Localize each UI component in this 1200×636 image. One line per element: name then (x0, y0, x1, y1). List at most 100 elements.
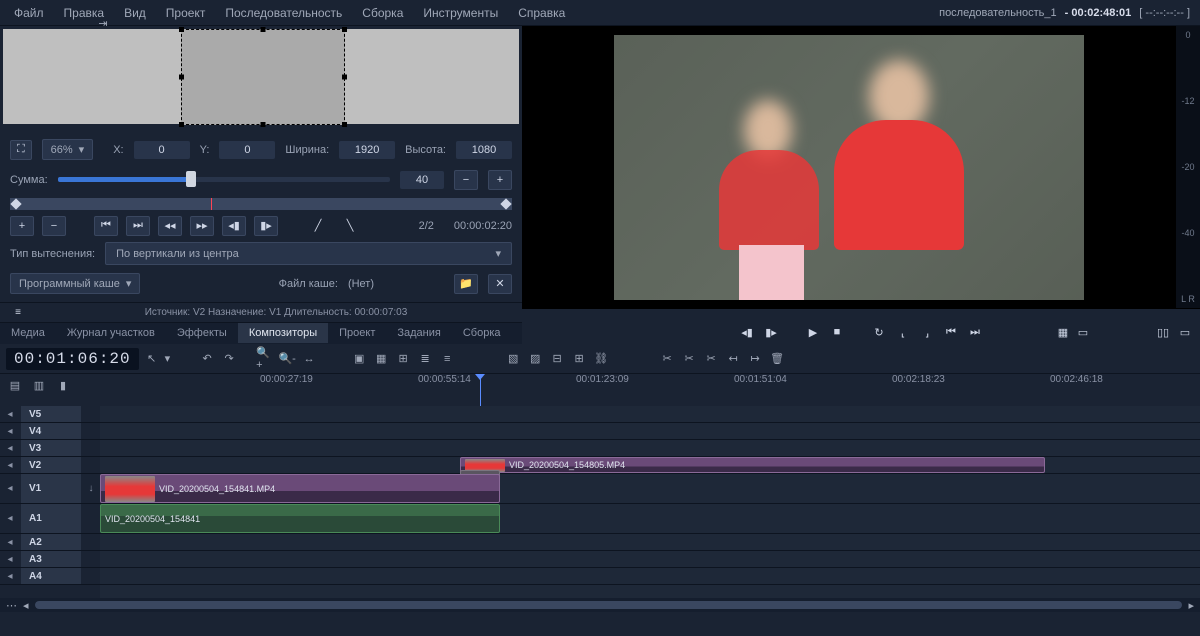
tab-assembly[interactable]: Сборка (452, 323, 512, 343)
play-button[interactable]: ▶ (804, 324, 822, 340)
menu-help[interactable]: Справка (508, 2, 575, 24)
mark-in-button[interactable]: ⸤ (894, 324, 912, 340)
sum-value-input[interactable] (400, 171, 444, 189)
scroll-left-icon[interactable]: ◂ (23, 599, 29, 612)
ruler-icon-4[interactable]: ⇥ (94, 14, 112, 32)
chevron-down-icon[interactable]: ▾ (165, 352, 171, 365)
mute-icon[interactable]: ◂ (0, 460, 20, 471)
track-label-a1[interactable]: ◂A1 (0, 504, 100, 534)
skip-start-button[interactable]: ⏮ (94, 216, 118, 236)
menu-view[interactable]: Вид (114, 2, 156, 24)
clip-v2[interactable]: VID_20200504_154805.MP4 (460, 457, 1045, 473)
height-input[interactable] (456, 141, 512, 159)
scroll-handle-left-icon[interactable]: ⋯ (6, 599, 17, 612)
safe-zone-icon[interactable]: ▭ (1074, 324, 1092, 340)
timeline-content[interactable]: VID_20200504_154805.MP4 ВЫТЕСН VID_20200… (100, 406, 1200, 598)
compositor-rect[interactable] (181, 29, 345, 125)
ruler-icon-2[interactable]: ▥ (30, 376, 48, 394)
pointer-tool-icon[interactable]: ↖ (143, 350, 161, 368)
timeline-ruler[interactable]: ▤ ▥ ▮ ⇥ 00:00:27:19 00:00:55:14 00:01:23… (0, 374, 1200, 406)
tl-btn-9[interactable]: ⊞ (570, 350, 588, 368)
x-input[interactable] (134, 141, 190, 159)
folder-icon[interactable]: 📁 (454, 274, 478, 294)
loop-button[interactable]: ↻ (870, 324, 888, 340)
y-input[interactable] (219, 141, 275, 159)
scroll-right-icon[interactable]: ▸ (1188, 599, 1194, 612)
clear-cache-icon[interactable]: ✕ (488, 274, 512, 294)
tl-btn-8[interactable]: ⊟ (548, 350, 566, 368)
monitor-ruler[interactable] (522, 308, 1200, 320)
zoom-in-icon[interactable]: 🔍+ (256, 350, 274, 368)
menu-tools[interactable]: Инструменты (413, 2, 508, 24)
tab-effects[interactable]: Эффекты (166, 323, 238, 343)
timeline-timecode[interactable]: 00:01:06:20 (6, 348, 139, 370)
tl-btn-16[interactable]: 🗑 (768, 350, 786, 368)
sum-slider[interactable] (58, 177, 390, 182)
keyframe-strip[interactable] (10, 198, 512, 210)
rewind-button[interactable]: ◂▮ (738, 324, 756, 340)
menu-file[interactable]: Файл (4, 2, 54, 24)
tl-btn-15[interactable]: ↦ (746, 350, 764, 368)
mute-icon[interactable]: ◂ (0, 483, 20, 494)
hamburger-icon[interactable]: ≡ (6, 307, 30, 318)
timeline-scrollbar[interactable] (35, 601, 1183, 609)
mute-icon[interactable]: ◂ (0, 513, 20, 524)
slope-out-icon[interactable]: ╲ (338, 216, 362, 236)
mute-icon[interactable]: ◂ (0, 554, 20, 565)
ruler-icon-3[interactable]: ▮ (54, 376, 72, 394)
mark-out-button[interactable]: ⸥ (918, 324, 936, 340)
clip-a1[interactable]: VID_20200504_154841 (100, 504, 500, 533)
tl-btn-4[interactable]: ≣ (416, 350, 434, 368)
tl-btn-12[interactable]: ✂ (680, 350, 698, 368)
redo-button[interactable]: ↷ (220, 350, 238, 368)
prev-kf-button[interactable]: ◂◂ (158, 216, 182, 236)
zoom-dropdown[interactable]: 66% ▾ (42, 139, 94, 160)
stop-button[interactable]: ■ (828, 324, 846, 340)
tab-journal[interactable]: Журнал участков (56, 323, 166, 343)
tl-btn-3[interactable]: ⊞ (394, 350, 412, 368)
zoom-out-icon[interactable]: 🔍- (278, 350, 296, 368)
tl-btn-5[interactable]: ≡ (438, 350, 456, 368)
track-label-a4[interactable]: ◂A4 (0, 568, 100, 585)
tab-tasks[interactable]: Задания (386, 323, 451, 343)
skip-end-button[interactable]: ⏭ (126, 216, 150, 236)
track-label-a3[interactable]: ◂A3 (0, 551, 100, 568)
tl-btn-11[interactable]: ✂ (658, 350, 676, 368)
menu-project[interactable]: Проект (156, 2, 216, 24)
mute-icon[interactable]: ◂ (0, 426, 20, 437)
mute-icon[interactable]: ◂ (0, 409, 20, 420)
tl-btn-6[interactable]: ▧ (504, 350, 522, 368)
keyframe-end-icon[interactable] (500, 198, 511, 209)
track-label-v4[interactable]: ◂V4 (0, 423, 100, 440)
width-input[interactable] (339, 141, 395, 159)
expand-icon[interactable]: ↓ (82, 483, 100, 494)
goto-start-button[interactable]: ⏮ (942, 324, 960, 340)
track-label-v3[interactable]: ◂V3 (0, 440, 100, 457)
tab-media[interactable]: Медиа (0, 323, 56, 343)
zoom-fit-icon[interactable]: ↔ (300, 350, 318, 368)
step-back-button[interactable]: ◂▮ (222, 216, 246, 236)
mute-icon[interactable]: ◂ (0, 571, 20, 582)
cache-dropdown[interactable]: Программный кашe ▾ (10, 273, 140, 294)
menu-assembly[interactable]: Сборка (352, 2, 413, 24)
add-keyframe-button[interactable]: + (10, 216, 34, 236)
clip-v1[interactable]: VID_20200504_154841.MP4 (100, 474, 500, 503)
tl-btn-7[interactable]: ▨ (526, 350, 544, 368)
tab-project[interactable]: Проект (328, 323, 386, 343)
keyframe-start-icon[interactable] (10, 198, 21, 209)
tl-btn-14[interactable]: ↤ (724, 350, 742, 368)
undo-button[interactable]: ↶ (198, 350, 216, 368)
monitor-full-icon[interactable]: ▭ (1176, 324, 1194, 340)
plus-button[interactable]: + (488, 170, 512, 190)
tl-btn-2[interactable]: ▦ (372, 350, 390, 368)
monitor-split-icon[interactable]: ▯▯ (1154, 324, 1172, 340)
minus-button[interactable]: − (454, 170, 478, 190)
remove-keyframe-button[interactable]: − (42, 216, 66, 236)
track-label-a2[interactable]: ◂A2 (0, 534, 100, 551)
mute-icon[interactable]: ◂ (0, 443, 20, 454)
ruler-icon-1[interactable]: ▤ (6, 376, 24, 394)
mute-icon[interactable]: ◂ (0, 537, 20, 548)
goto-end-button[interactable]: ⏭ (966, 324, 984, 340)
expand-icon[interactable]: ⛶ (10, 140, 32, 160)
track-label-v1[interactable]: ◂V1↓ (0, 474, 100, 504)
